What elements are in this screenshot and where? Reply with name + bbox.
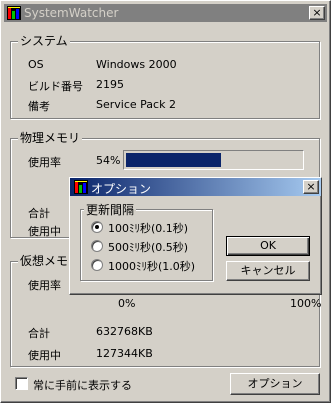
cancel-button[interactable]: キャンセル <box>226 261 310 281</box>
virtual-total-label: 合計 <box>28 327 50 340</box>
options-button[interactable]: オプション <box>230 373 320 395</box>
physical-usage-bar-fill <box>126 153 221 167</box>
options-dialog: オプション × 更新間隔 100ﾐﾘ秒(0.1秒) 500ﾐﾘ秒(0.5秒) 1… <box>69 177 322 295</box>
physical-memory-group-label: 物理メモリ <box>18 129 83 146</box>
notes-value: Service Pack 2 <box>96 98 176 111</box>
always-on-top-label[interactable]: 常に手前に表示する <box>33 377 132 393</box>
ok-button[interactable]: OK <box>226 236 310 256</box>
virtual-scale-max: 100% <box>290 297 322 310</box>
os-label: OS <box>28 58 44 71</box>
window-title: SystemWatcher <box>24 6 119 20</box>
interval-radio-100ms[interactable] <box>91 221 103 233</box>
virtual-used-value: 127344KB <box>96 347 153 360</box>
build-label: ビルド番号 <box>28 80 83 93</box>
interval-radio-1000ms[interactable] <box>91 259 103 271</box>
physical-usage-bar <box>123 150 304 170</box>
radio-dot-icon <box>95 225 99 229</box>
physical-used-label: 使用中 <box>28 225 61 238</box>
options-dialog-title-bar[interactable]: オプション × <box>70 178 321 196</box>
options-dialog-close-button[interactable]: × <box>303 180 319 194</box>
main-title-bar[interactable]: SystemWatcher × <box>4 4 327 22</box>
close-icon: × <box>312 6 322 19</box>
os-value: Windows 2000 <box>96 58 177 71</box>
system-group-label: システム <box>18 32 70 49</box>
options-dialog-title: オプション <box>91 182 152 196</box>
virtual-usage-label: 使用率 <box>28 279 61 292</box>
virtual-used-label: 使用中 <box>28 349 61 362</box>
physical-total-label: 合計 <box>28 207 50 220</box>
close-icon: × <box>306 180 316 193</box>
main-window: SystemWatcher × システム OS Windows 2000 ビルド… <box>0 0 331 403</box>
physical-usage-percent: 54% <box>96 154 121 167</box>
update-interval-group-label: 更新間隔 <box>84 201 137 218</box>
interval-radio-500ms[interactable] <box>91 240 103 252</box>
app-icon <box>74 180 88 194</box>
interval-label-1000ms[interactable]: 1000ﾐﾘ秒(1.0秒) <box>108 258 195 274</box>
build-value: 2195 <box>96 78 124 91</box>
notes-label: 備考 <box>28 100 50 113</box>
virtual-total-value: 632768KB <box>96 325 153 338</box>
virtual-scale-min: 0% <box>118 297 136 310</box>
close-button[interactable]: × <box>309 6 325 20</box>
app-icon <box>7 6 21 20</box>
always-on-top-checkbox[interactable] <box>15 377 28 390</box>
interval-label-500ms[interactable]: 500ﾐﾘ秒(0.5秒) <box>108 239 188 255</box>
physical-usage-label: 使用率 <box>28 156 61 169</box>
interval-label-100ms[interactable]: 100ﾐﾘ秒(0.1秒) <box>108 220 188 236</box>
